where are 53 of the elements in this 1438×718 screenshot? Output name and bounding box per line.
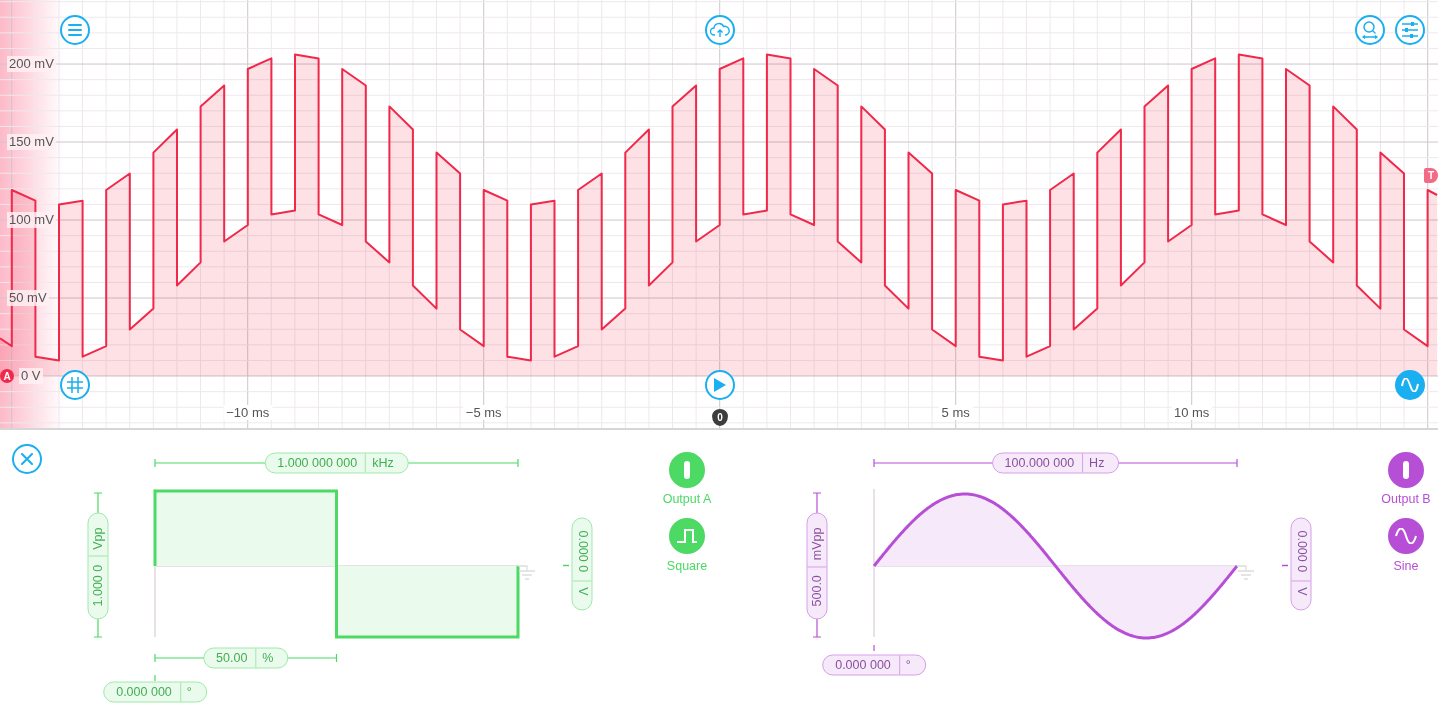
sine-wave-icon xyxy=(1395,528,1417,544)
y-axis-label: 200 mV xyxy=(7,55,56,72)
offset-field[interactable]: 0.000 0 V xyxy=(1290,517,1312,611)
sine-icon xyxy=(1401,378,1419,392)
play-button[interactable] xyxy=(705,370,735,400)
waveform-label: Sine xyxy=(1393,559,1419,573)
amplitude-field[interactable]: 1.000 0 Vpp xyxy=(87,512,109,620)
phase-field[interactable]: 0.000 000 ° xyxy=(822,654,926,676)
phase-tick xyxy=(873,644,875,652)
close-icon xyxy=(21,453,33,465)
menu-button[interactable] xyxy=(60,15,90,45)
output-toggle[interactable] xyxy=(669,452,705,488)
waveform-button[interactable] xyxy=(1388,518,1424,554)
output-toggle[interactable] xyxy=(1388,452,1424,488)
power-icon xyxy=(1403,461,1409,479)
upload-button[interactable] xyxy=(705,15,735,45)
grid-icon xyxy=(66,376,84,394)
time-marker[interactable]: 0 xyxy=(712,409,728,426)
offset-tick xyxy=(562,564,570,567)
trigger-marker[interactable]: T xyxy=(1424,168,1438,183)
x-axis-label: −5 ms xyxy=(462,405,505,420)
offset-tick xyxy=(1281,564,1289,567)
waveform-button[interactable] xyxy=(1395,370,1425,400)
x-axis-label: 5 ms xyxy=(938,405,973,420)
amplitude-field[interactable]: 500.0 mVpp xyxy=(806,512,828,620)
y-axis-label: 100 mV xyxy=(7,212,56,228)
cloud-upload-icon xyxy=(710,22,730,38)
sliders-icon xyxy=(1400,21,1420,39)
square-wave-icon xyxy=(676,528,698,544)
play-icon xyxy=(713,377,727,393)
output-label: Output A xyxy=(662,492,712,506)
duty-cycle-field[interactable]: 50.00 % xyxy=(203,647,289,669)
y-axis-label: 150 mV xyxy=(7,134,56,150)
settings-button[interactable] xyxy=(1395,15,1425,45)
channel-marker[interactable]: A xyxy=(0,369,14,383)
x-axis-label: −10 ms xyxy=(223,405,273,420)
zoom-icon xyxy=(1360,20,1380,40)
output-label: Output B xyxy=(1381,492,1431,506)
frequency-field[interactable]: 100.000 000 Hz xyxy=(991,452,1120,474)
y-axis-label: 0 V xyxy=(19,368,43,385)
power-icon xyxy=(684,461,690,479)
close-button[interactable] xyxy=(12,444,42,474)
offset-field[interactable]: 0.000 0 V xyxy=(571,517,593,611)
frequency-field[interactable]: 1.000 000 000 kHz xyxy=(264,452,409,474)
waveform-label: Square xyxy=(666,559,708,573)
y-axis-label: 50 mV xyxy=(7,290,49,306)
waveform-button[interactable] xyxy=(669,518,705,554)
phase-field[interactable]: 0.000 000 ° xyxy=(103,681,207,703)
zoom-button[interactable] xyxy=(1355,15,1385,45)
x-axis-label: 10 ms xyxy=(1170,405,1213,420)
menu-icon xyxy=(67,23,83,37)
phase-tick xyxy=(154,674,156,682)
grid-button[interactable] xyxy=(60,370,90,400)
